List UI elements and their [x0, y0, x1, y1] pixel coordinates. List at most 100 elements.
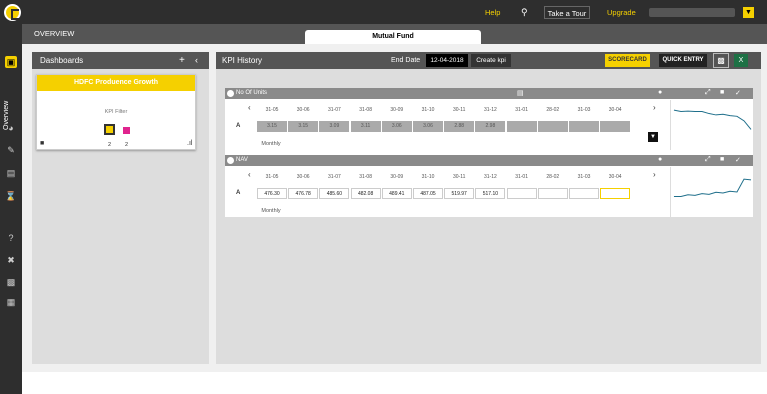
search-icon[interactable]: ⚲: [521, 6, 531, 19]
row-label: A: [236, 123, 241, 129]
kpi-value-cell[interactable]: [569, 188, 599, 199]
kpi-value-cell[interactable]: 485.60: [319, 188, 350, 199]
trash-icon[interactable]: ■: [40, 140, 44, 147]
user-icon[interactable]: ●: [658, 89, 662, 96]
next-period-icon[interactable]: ›: [653, 103, 656, 112]
check-icon[interactable]: ✓: [735, 89, 741, 97]
period-date: 30-11: [452, 107, 466, 113]
next-period-icon[interactable]: ›: [653, 170, 656, 179]
kpi-value-cell[interactable]: 2.88: [444, 121, 475, 132]
dashboard-icon[interactable]: ▣: [5, 56, 17, 68]
kpi-filter-yellow[interactable]: [104, 124, 115, 135]
calendar-icon[interactable]: ▦: [5, 296, 17, 308]
period-date: 31-03: [577, 174, 591, 180]
kpi-value-cell[interactable]: 3.09: [319, 121, 350, 132]
kpi-value-cell[interactable]: 3.06: [413, 121, 443, 132]
period-date: 30-06: [296, 107, 310, 113]
kpi-value-cell[interactable]: 476.30: [257, 188, 287, 199]
collapse-icon[interactable]: [227, 157, 234, 164]
clipboard-icon[interactable]: ▩: [713, 53, 729, 68]
add-dashboard-button[interactable]: +: [179, 52, 185, 69]
kpi-value-cell[interactable]: 3.06: [381, 121, 412, 132]
kpi-panel-header: NAV ● ⤢ ■ ✓: [225, 155, 753, 166]
kpi-panel-no-of-units: No Of Units ▤ ● ⤢ ■ ✓ ▼ Monthly ‹ › A 31-05…: [225, 88, 753, 157]
kpi-panel-title: No Of Units: [236, 90, 268, 96]
prev-period-icon[interactable]: ‹: [248, 170, 251, 179]
comment-icon[interactable]: ▤: [517, 89, 524, 97]
period-date: 28-02: [546, 174, 560, 180]
collapse-panel-button[interactable]: ‹: [195, 52, 198, 69]
help-icon[interactable]: ?: [5, 232, 17, 244]
kpi-value-cell[interactable]: [506, 121, 537, 132]
tab-mutual-fund[interactable]: Mutual Fund: [305, 30, 481, 44]
end-date-field[interactable]: 12-04-2018: [426, 54, 468, 67]
kpi-value-cell[interactable]: [569, 121, 599, 132]
kpi-value-cell[interactable]: [600, 121, 631, 132]
scorecard-button[interactable]: SCORECARD: [605, 54, 650, 67]
kpi-filter-label: KPI Filter: [104, 109, 128, 115]
dashboards-panel: Dashboards + ‹ HDFC Produence Growth KPI…: [32, 52, 209, 364]
top-bar: Help ⚲ Take a Tour Upgrade ▼: [0, 0, 767, 24]
period-date: 30-11: [452, 174, 466, 180]
delete-icon[interactable]: ■: [720, 89, 724, 96]
yellow-count: 2: [108, 142, 112, 148]
hourglass-icon[interactable]: ⌛: [5, 190, 17, 202]
kpi-value-cell[interactable]: 489.41: [381, 188, 412, 199]
kpi-value-cell[interactable]: 3.11: [350, 121, 381, 132]
check-icon[interactable]: ✓: [735, 156, 741, 164]
dashboard-card-title[interactable]: HDFC Produence Growth: [37, 75, 195, 91]
period-date: 30-09: [390, 107, 404, 113]
period-date: 31-01: [515, 174, 528, 180]
sub-header: OVERVIEW Mutual Fund: [22, 24, 767, 44]
kpi-value-cell[interactable]: 3.15: [257, 121, 287, 132]
quick-entry-button[interactable]: QUICK ENTRY: [659, 54, 707, 67]
tools-icon[interactable]: ✖: [5, 254, 17, 266]
footer-blank: [22, 372, 767, 394]
kpi-value-cell[interactable]: [537, 188, 568, 199]
chat-icon[interactable]: ▩: [5, 276, 17, 288]
gauge-icon[interactable]: ◕: [5, 122, 17, 134]
kpi-value-cell[interactable]: 519.97: [444, 188, 475, 199]
dashboard-card[interactable]: HDFC Produence Growth KPI Filter 2 2 ■ .…: [36, 74, 196, 150]
kpi-value-cell[interactable]: [600, 188, 631, 199]
kpi-filter-pink[interactable]: [123, 127, 130, 134]
help-link[interactable]: Help: [485, 6, 500, 19]
kpi-value-cell[interactable]: 487.05: [413, 188, 443, 199]
kpi-value-cell[interactable]: 2.98: [475, 121, 506, 132]
bar-chart-icon[interactable]: .ıl: [187, 140, 192, 147]
period-date: 31-10: [421, 107, 435, 113]
delete-icon[interactable]: ■: [720, 156, 724, 163]
chevron-down-icon[interactable]: ▼: [743, 7, 754, 18]
prev-period-icon[interactable]: ‹: [248, 103, 251, 112]
period-date: 31-03: [577, 107, 591, 113]
period-date: 30-04: [608, 174, 622, 180]
kpi-value-cell[interactable]: 476.78: [288, 188, 319, 199]
row-label: A: [236, 190, 241, 196]
create-kpi-button[interactable]: Create kpi: [471, 54, 511, 67]
expand-icon[interactable]: ⤢: [705, 89, 711, 97]
period-date: 31-10: [421, 174, 435, 180]
period-date: 31-01: [515, 107, 528, 113]
kpi-panel-title: NAV: [236, 157, 248, 163]
kpi-value-cell[interactable]: 3.15: [288, 121, 319, 132]
kpi-value-cell[interactable]: [506, 188, 537, 199]
period-date: 31-12: [483, 174, 497, 180]
upgrade-link[interactable]: Upgrade: [607, 6, 636, 19]
kpi-value-cell[interactable]: 482.08: [350, 188, 381, 199]
chevron-down-icon[interactable]: ▼: [648, 132, 658, 142]
edit-icon[interactable]: ✎: [5, 144, 17, 156]
period-date: 30-09: [390, 174, 404, 180]
monthly-sparkline: [670, 167, 752, 217]
app-logo[interactable]: [4, 4, 21, 21]
document-icon[interactable]: ▤: [5, 167, 17, 179]
kpi-value-cell[interactable]: 517.10: [475, 188, 506, 199]
collapse-icon[interactable]: [227, 90, 234, 97]
excel-export-icon[interactable]: X: [734, 54, 748, 67]
take-a-tour-button[interactable]: Take a Tour: [544, 6, 590, 19]
user-icon[interactable]: ●: [658, 156, 662, 163]
kpi-value-cell[interactable]: [537, 121, 568, 132]
monthly-sparkline: [670, 100, 752, 150]
kpi-history-panel: KPI History End Date 12-04-2018 Create k…: [216, 52, 761, 364]
expand-icon[interactable]: ⤢: [705, 156, 711, 164]
user-account-name[interactable]: [649, 8, 735, 17]
